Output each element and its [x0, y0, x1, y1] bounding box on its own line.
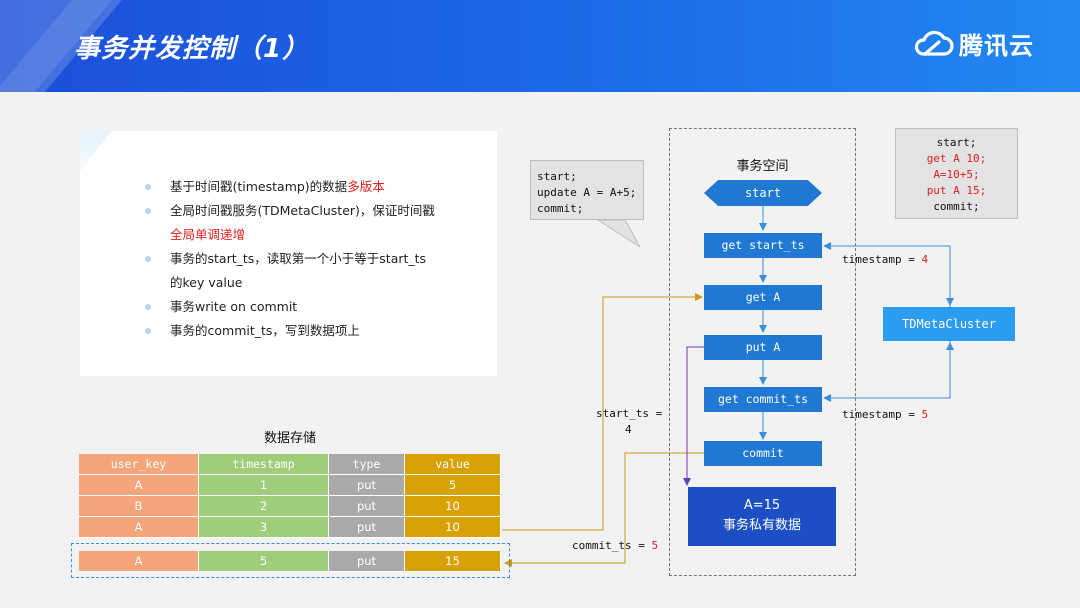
bullet-item: 基于时间戳(timestamp)的数据多版本 [142, 175, 435, 199]
table-cell: 5 [405, 475, 501, 496]
info-line: A=10+5; [933, 168, 980, 181]
bullet-text: 全局时间戳服务(TDMetaCluster)，保证时间戳 [170, 203, 435, 218]
callout-tail [596, 219, 641, 248]
table-cell: put [329, 475, 405, 496]
logo-text: 腾讯云 [959, 32, 1034, 60]
table-header-row: user_key timestamp type value [79, 454, 501, 475]
callout-line: start; [537, 170, 577, 183]
start-node: start [704, 180, 822, 206]
column-header: type [329, 454, 405, 475]
step-put-a: put A [704, 335, 822, 360]
storage-table: user_key timestamp type value A 1 put 5 B 2 put 10 A… [79, 454, 501, 538]
table-cell: put [329, 496, 405, 517]
transaction-info-box: start; get A 10; A=10+5; put A 15; commit; [895, 128, 1018, 219]
start-ts-value: 4 [625, 423, 632, 436]
table-cell: A [79, 475, 199, 496]
tdmetacluster-node: TDMetaCluster [883, 307, 1015, 341]
table-row: A 3 put 10 [79, 517, 501, 538]
table-cell: 3 [199, 517, 329, 538]
table-cell: put [329, 517, 405, 538]
step-get-start-ts: get start_ts [704, 233, 822, 258]
tencent-cloud-logo: 腾讯云 [911, 26, 1034, 61]
bullet-text: 事务write on commit [170, 299, 298, 314]
new-version-row: A 5 put 15 [79, 551, 501, 572]
bullet-item: 的key value [142, 271, 435, 295]
info-line: commit; [933, 200, 980, 213]
bullet-item: 事务write on commit [142, 295, 435, 319]
bullet-item: 事务的commit_ts，写到数据项上 [142, 319, 435, 343]
info-line: put A 15; [926, 184, 987, 197]
table-row: A 1 put 5 [79, 475, 501, 496]
table-cell: 10 [405, 496, 501, 517]
info-line: start; [936, 136, 977, 149]
table-cell: 5 [199, 551, 329, 572]
header-banner: 事务并发控制（1） 腾讯云 [0, 0, 1080, 92]
callout-line: commit; [537, 202, 584, 215]
sql-callout: start; update A = A+5; commit; [530, 160, 644, 220]
info-line: get A 10; [926, 152, 987, 165]
timestamp-label-2: timestamp = 5 [842, 408, 929, 421]
bullet-item: 全局时间戳服务(TDMetaCluster)，保证时间戳 [142, 199, 435, 223]
column-header: user_key [79, 454, 199, 475]
bullet-card: 基于时间戳(timestamp)的数据多版本全局时间戳服务(TDMetaClus… [80, 131, 497, 376]
private-label: 事务私有数据 [722, 518, 801, 533]
page-title: 事务并发控制（1） [74, 34, 310, 64]
bullet-text: 的key value [170, 275, 243, 290]
column-header: timestamp [199, 454, 329, 475]
table-cell: 1 [199, 475, 329, 496]
bullet-text: 基于时间戳(timestamp)的数据 [170, 179, 348, 194]
table-cell: A [79, 551, 199, 572]
commit-ts-label: commit_ts = 5 [572, 539, 659, 552]
timestamp-label-1: timestamp = 4 [842, 253, 929, 266]
table-row: B 2 put 10 [79, 496, 501, 517]
table-cell: 2 [199, 496, 329, 517]
step-get-a: get A [704, 285, 822, 310]
callout-line: update A = A+5; [537, 186, 637, 199]
table-cell: A [79, 517, 199, 538]
bullet-text: 事务的commit_ts，写到数据项上 [170, 323, 360, 338]
table-row: A 5 put 15 [79, 551, 501, 572]
table-cell: put [329, 551, 405, 572]
storage-title: 数据存储 [264, 431, 317, 446]
bullet-item: 事务的start_ts，读取第一个小于等于start_ts [142, 247, 435, 271]
highlight-text: 全局单调递增 [170, 227, 246, 242]
bullet-text: 事务的start_ts，读取第一个小于等于start_ts [170, 251, 427, 266]
private-data-box: A=15 事务私有数据 [688, 487, 836, 546]
cloud-icon [914, 30, 954, 56]
column-header: value [405, 454, 501, 475]
highlight-text: 多版本 [347, 179, 385, 194]
table-cell: 15 [405, 551, 501, 572]
start-ts-label: start_ts = [596, 407, 663, 420]
step-commit: commit [704, 441, 822, 466]
transaction-space-title: 事务空间 [736, 159, 789, 174]
table-cell: 10 [405, 517, 501, 538]
private-value: A=15 [743, 498, 781, 513]
bullet-list: 基于时间戳(timestamp)的数据多版本全局时间戳服务(TDMetaClus… [142, 175, 435, 343]
table-cell: B [79, 496, 199, 517]
step-get-commit-ts: get commit_ts [704, 387, 822, 412]
card-corner-decoration [80, 131, 143, 201]
bullet-item: 全局单调递增 [142, 223, 435, 247]
